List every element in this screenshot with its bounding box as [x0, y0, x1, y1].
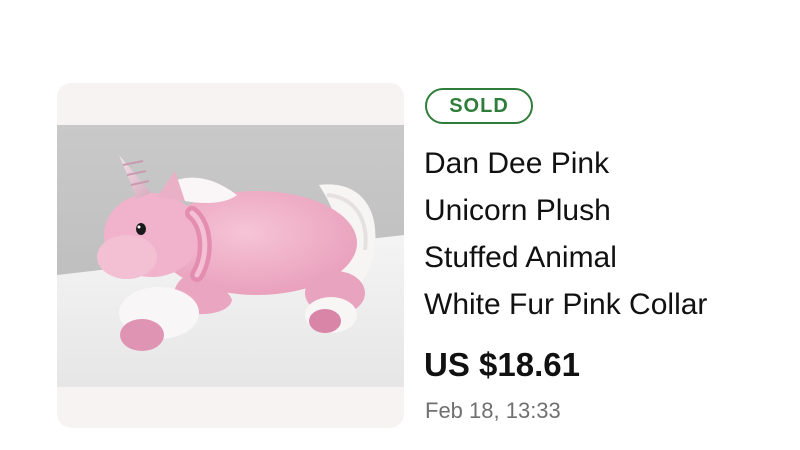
listing-title-line: Dan Dee Pink — [424, 147, 610, 180]
listing-thumbnail[interactable] — [57, 83, 404, 428]
listing-title-line: Stuffed Animal — [424, 241, 617, 274]
listing-title[interactable]: Dan Dee Pink Unicorn Plush Stuffed Anima… — [424, 140, 784, 328]
listing-title-line: White Fur Pink Collar — [424, 288, 708, 321]
sold-listing-card[interactable]: SOLD Dan Dee Pink Unicorn Plush Stuffed … — [0, 0, 800, 450]
listing-title-line: Unicorn Plush — [424, 194, 611, 227]
sold-date: Feb 18, 13:33 — [425, 398, 561, 423]
sold-price: US $18.61 — [424, 346, 580, 383]
unicorn-plush-photo — [57, 125, 404, 387]
sold-status-text: SOLD — [449, 94, 509, 117]
sold-status-badge: SOLD — [425, 88, 533, 124]
